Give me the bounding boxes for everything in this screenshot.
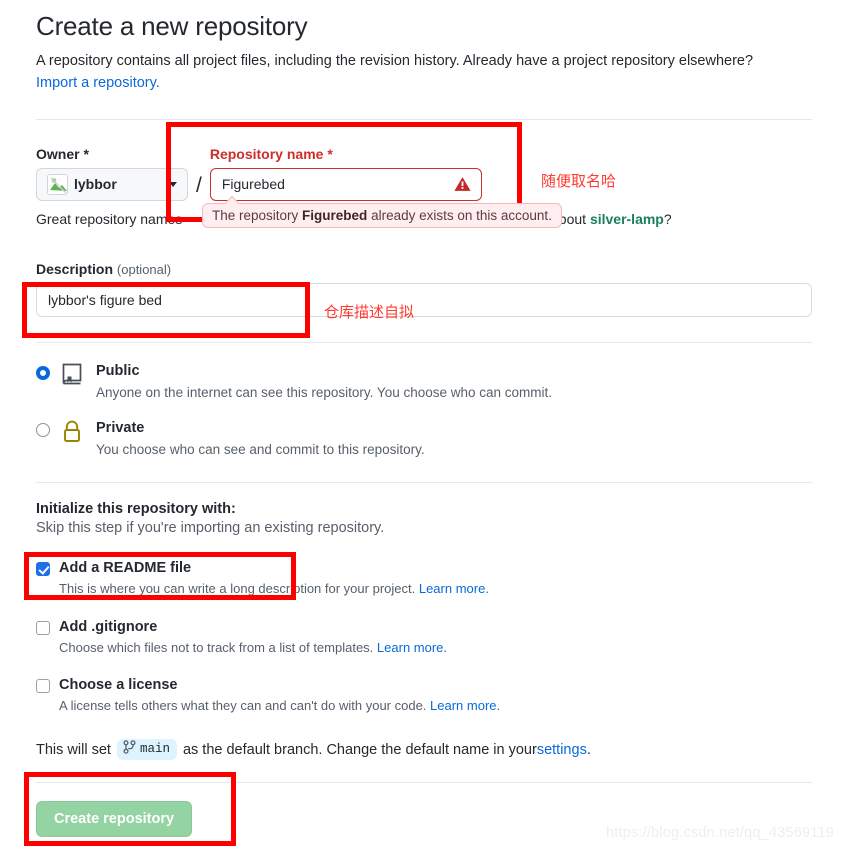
visibility-group: Public Anyone on the internet can see th… [36, 362, 812, 460]
checkbox-license[interactable] [36, 678, 50, 693]
description-optional-text: (optional) [116, 261, 172, 277]
tooltip-repo-name: Figurebed [302, 207, 368, 223]
form-container: Create a new repository A repository con… [36, 0, 812, 838]
alert-triangle-icon [454, 177, 471, 192]
initialize-license-name: Choose a license [59, 676, 178, 693]
tooltip-suffix: already exists on this account. [367, 207, 552, 223]
owner-repo-row: Owner * lybbor / Repository name * Figur… [36, 146, 812, 201]
divider-description [36, 341, 812, 343]
visibility-public-name: Public [96, 362, 140, 379]
initialize-subtitle: Skip this step if you're importing an ex… [36, 520, 385, 537]
watermark: https://blog.csdn.net/qq_43569119 [605, 825, 834, 841]
owner-repo-separator: / [196, 173, 202, 197]
initialize-option-readme[interactable]: Add a README file This is where you can … [36, 559, 812, 598]
checkbox-gitignore[interactable] [36, 620, 50, 635]
initialize-option-license[interactable]: Choose a license A license tells others … [36, 676, 812, 715]
repository-name-hint: Great repository names about silver-lamp… [36, 202, 812, 228]
initialize-readme-name: Add a README file [59, 560, 192, 577]
chevron-down-icon [169, 181, 177, 187]
owner-label-text: Owner [36, 145, 80, 162]
page-subtitle-text: A repository contains all project files,… [36, 52, 754, 69]
initialize-license-text: Choose a license A license tells others … [59, 676, 500, 715]
hint-after-wrap: about silver-lamp? [551, 211, 672, 227]
tooltip-prefix: The repository [212, 207, 303, 223]
owner-required-mark: * [83, 145, 89, 162]
visibility-private-desc: You choose who can see and commit to thi… [96, 442, 425, 458]
initialize-license-desc-text: A license tells others what they can and… [59, 697, 431, 713]
owner-label: Owner * [36, 146, 188, 162]
description-label: Description (optional) [36, 261, 812, 277]
initialize-readme-text: Add a README file This is where you can … [59, 559, 489, 598]
license-learn-more-link[interactable]: Learn more. [430, 698, 500, 713]
import-repository-link[interactable]: Import a repository. [36, 75, 160, 91]
default-branch-prefix: This will set [36, 741, 111, 758]
description-label-text: Description [36, 260, 114, 277]
visibility-private-text: Private You choose who can see and commi… [96, 419, 425, 460]
gitignore-learn-more-link[interactable]: Learn more. [377, 640, 447, 655]
default-branch-middle: as the default branch. Change the defaul… [182, 741, 537, 758]
annotation-note-repository-name: 随便取名哈 [541, 172, 617, 190]
owner-name: lybbor [74, 176, 117, 193]
initialize-gitignore-name: Add .gitignore [59, 618, 158, 635]
initialize-readme-desc-text: This is where you can write a long descr… [59, 581, 419, 597]
description-field: Description (optional) [36, 261, 812, 317]
initialize-gitignore-desc-text: Choose which files not to track from a l… [59, 639, 377, 655]
visibility-public-text: Public Anyone on the internet can see th… [96, 362, 552, 403]
suggested-repo-name: silver-lamp [589, 210, 664, 227]
visibility-option-private[interactable]: Private You choose who can see and commi… [36, 419, 812, 460]
repository-name-field: Repository name * Figurebed [209, 146, 482, 201]
radio-private[interactable] [36, 423, 50, 438]
create-repository-button[interactable]: Create repository [36, 801, 193, 838]
initialize-readme-desc: This is where you can write a long descr… [59, 580, 489, 598]
initialize-gitignore-desc: Choose which files not to track from a l… [59, 639, 447, 657]
hint-before-text: Great repository names [36, 210, 183, 227]
initialize-gitignore-text: Add .gitignore Choose which files not to… [59, 618, 447, 657]
radio-public[interactable] [36, 365, 50, 380]
default-branch-badge: main [116, 739, 177, 761]
visibility-option-public[interactable]: Public Anyone on the internet can see th… [36, 362, 812, 403]
initialize-title: Initialize this repository with: [36, 501, 236, 518]
description-input[interactable] [36, 282, 812, 317]
repository-exists-tooltip: The repository Figurebed already exists … [202, 202, 562, 228]
owner-field: Owner * lybbor [36, 146, 188, 201]
create-repository-page: Create a new repository A repository con… [0, 0, 850, 851]
default-branch-name: main [139, 742, 170, 757]
settings-link[interactable]: settings [537, 742, 587, 758]
default-branch-line: This will set main as the default branch… [36, 739, 812, 761]
owner-select-button[interactable]: lybbor [36, 167, 188, 201]
hint-question-mark: ? [663, 210, 672, 227]
repository-name-value: Figurebed [221, 176, 285, 193]
divider-visibility [36, 482, 812, 484]
repository-name-input[interactable]: Figurebed [209, 167, 482, 201]
git-branch-icon [123, 740, 136, 758]
visibility-private-name: Private [96, 420, 145, 437]
initialize-section: Initialize this repository with: Skip th… [36, 501, 812, 761]
repository-name-label-text: Repository name [209, 145, 324, 162]
visibility-public-desc: Anyone on the internet can see this repo… [96, 384, 553, 400]
lock-icon [60, 420, 86, 449]
default-branch-period: . [586, 741, 591, 758]
repository-name-label: Repository name * [210, 146, 482, 162]
checkbox-readme[interactable] [36, 562, 50, 577]
repository-name-required-mark: * [327, 145, 333, 162]
divider-header [36, 118, 812, 120]
page-title: Create a new repository [36, 11, 308, 41]
initialize-license-desc: A license tells others what they can and… [59, 697, 500, 715]
divider-submit [36, 782, 812, 784]
broken-image-avatar-icon [47, 173, 68, 195]
readme-learn-more-link[interactable]: Learn more. [419, 581, 489, 596]
initialize-option-gitignore[interactable]: Add .gitignore Choose which files not to… [36, 618, 812, 657]
page-subtitle: A repository contains all project files,… [36, 50, 812, 95]
book-icon [60, 363, 86, 392]
annotation-note-description: 仓库描述自拟 [324, 303, 415, 321]
